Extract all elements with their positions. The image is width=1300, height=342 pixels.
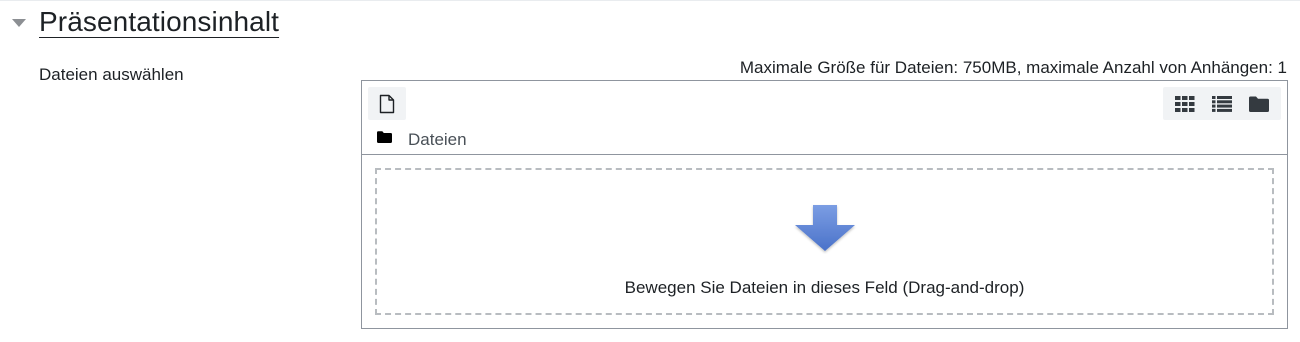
field-label: Dateien auswählen xyxy=(39,65,184,84)
top-divider xyxy=(0,0,1300,1)
folder-icon xyxy=(377,130,392,143)
drop-zone[interactable]: Bewegen Sie Dateien in dieses Feld (Drag… xyxy=(375,168,1274,315)
list-view-icon xyxy=(1211,95,1232,112)
file-manager-toolbar xyxy=(362,81,1287,121)
grid-view-icon xyxy=(1175,95,1195,112)
list-view-button[interactable] xyxy=(1205,89,1239,119)
file-manager: Dateien Bewegen Sie Dateien in dieses Fe… xyxy=(361,80,1288,329)
folder-view-button[interactable] xyxy=(1242,89,1276,119)
caret-down-icon[interactable] xyxy=(12,19,26,27)
view-switcher xyxy=(1163,87,1281,120)
add-file-button[interactable] xyxy=(368,87,406,120)
file-add-icon xyxy=(379,94,395,113)
drop-zone-text: Bewegen Sie Dateien in dieses Feld (Drag… xyxy=(624,278,1025,297)
path-bar: Dateien xyxy=(362,125,1287,155)
section-header[interactable]: Präsentationsinhalt xyxy=(12,4,279,40)
folder-view-icon xyxy=(1248,96,1269,112)
file-size-info: Maximale Größe für Dateien: 750MB, maxim… xyxy=(739,58,1287,77)
arrow-down-icon xyxy=(794,205,855,251)
path-label-dateien[interactable]: Dateien xyxy=(408,130,467,150)
grid-view-button[interactable] xyxy=(1168,89,1202,119)
section-title[interactable]: Präsentationsinhalt xyxy=(39,6,279,38)
